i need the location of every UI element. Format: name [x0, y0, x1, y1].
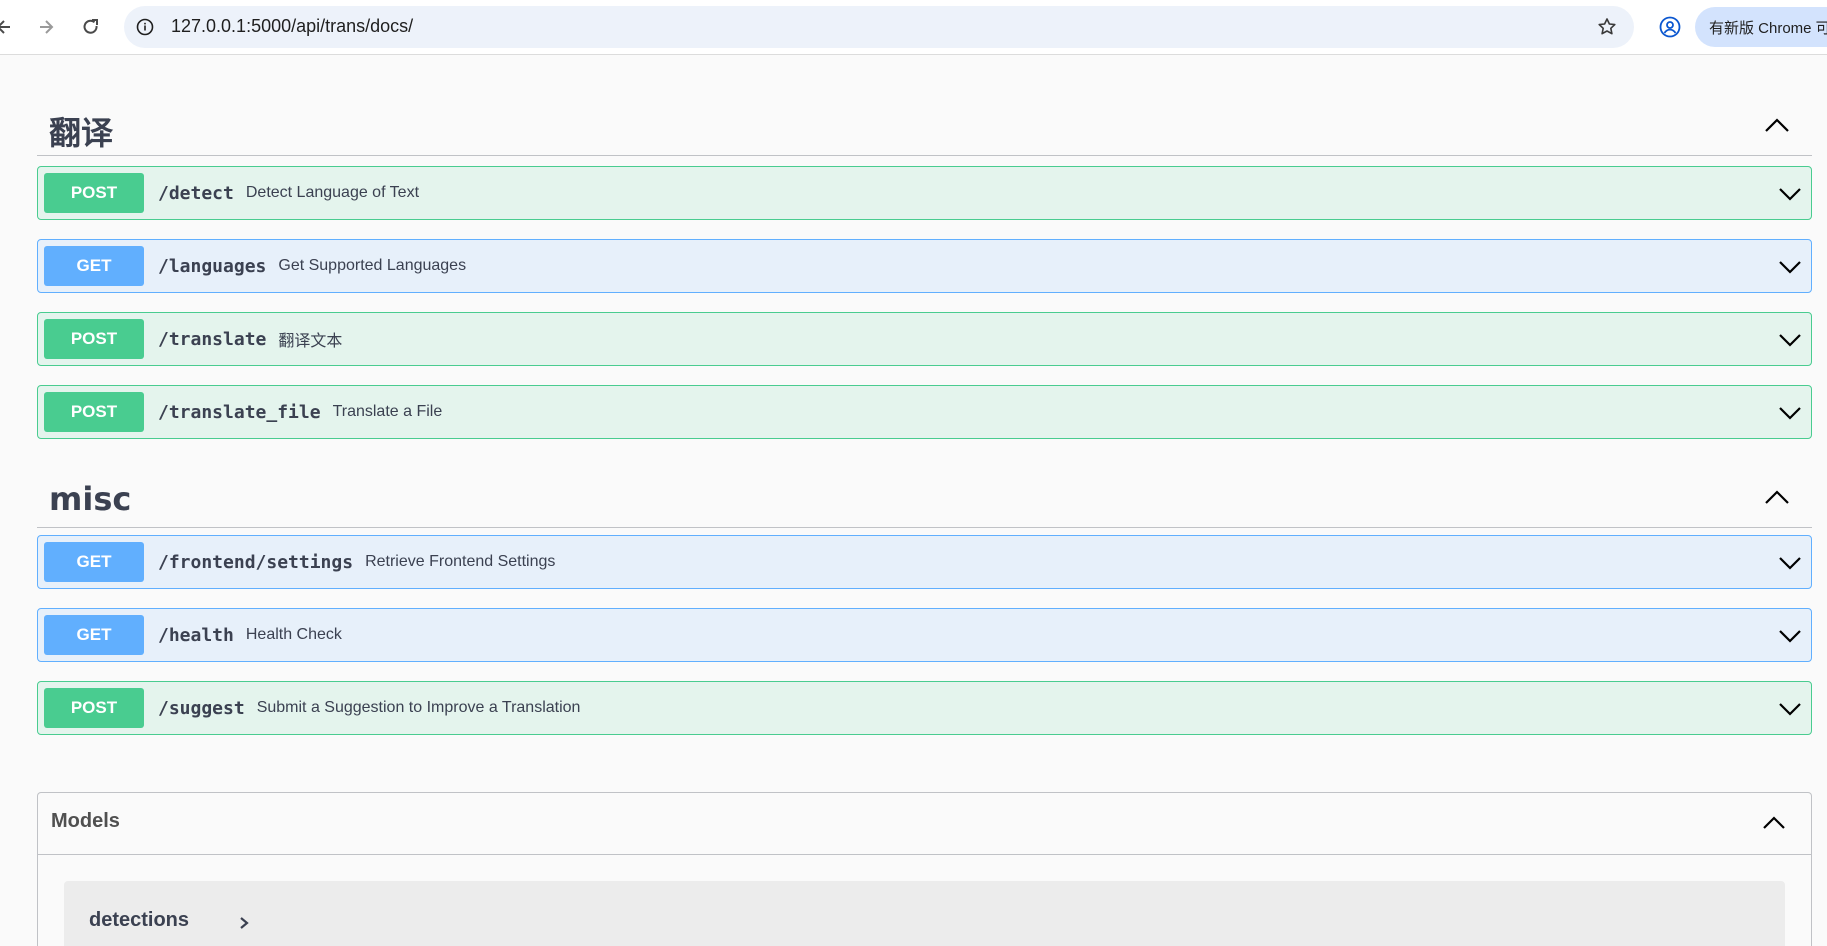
- operation-post-translate[interactable]: POST /translate 翻译文本: [37, 312, 1812, 366]
- chevron-down-icon[interactable]: [1777, 181, 1803, 205]
- operation-summary: Submit a Suggestion to Improve a Transla…: [256, 699, 581, 716]
- model-name: detections: [89, 909, 190, 931]
- method-badge: POST: [44, 392, 144, 432]
- operation-summary: Retrieve Frontend Settings: [365, 553, 556, 570]
- chevron-up-icon[interactable]: [1762, 114, 1792, 138]
- method-badge: GET: [44, 246, 144, 286]
- operation-path: /detect: [158, 182, 234, 204]
- chevron-down-icon[interactable]: [1777, 327, 1803, 351]
- operation-get-languages[interactable]: GET /languages Get Supported Languages: [37, 239, 1812, 293]
- operation-path: /health: [158, 624, 234, 646]
- operation-post-suggest[interactable]: POST /suggest Submit a Suggestion to Imp…: [37, 681, 1812, 735]
- bookmark-star-icon[interactable]: [1596, 16, 1618, 38]
- operation-path: /frontend/settings: [158, 551, 354, 573]
- chevron-right-icon[interactable]: [236, 913, 252, 933]
- chevron-up-icon[interactable]: [1762, 486, 1792, 510]
- forward-arrow-icon[interactable]: [30, 11, 62, 43]
- method-badge: GET: [44, 615, 144, 655]
- operation-path: /translate_file: [158, 401, 321, 423]
- models-section: Models detections: [37, 792, 1812, 946]
- site-info-icon[interactable]: [134, 16, 156, 38]
- operation-path: /suggest: [158, 697, 245, 719]
- method-badge: GET: [44, 542, 144, 582]
- model-item-detections[interactable]: detections: [64, 881, 1785, 946]
- operation-post-translate-file[interactable]: POST /translate_file Translate a File: [37, 385, 1812, 439]
- chevron-down-icon[interactable]: [1777, 623, 1803, 647]
- chevron-down-icon[interactable]: [1777, 696, 1803, 720]
- chevron-down-icon[interactable]: [1777, 400, 1803, 424]
- operation-summary: Get Supported Languages: [278, 257, 467, 274]
- back-arrow-icon[interactable]: [0, 11, 20, 43]
- method-badge: POST: [44, 688, 144, 728]
- operation-path: /translate: [158, 328, 267, 350]
- operation-summary: Health Check: [245, 626, 342, 643]
- method-badge: POST: [44, 319, 144, 359]
- section-title: misc: [49, 480, 132, 518]
- operation-post-detect[interactable]: POST /detect Detect Language of Text: [37, 166, 1812, 220]
- models-title: Models: [51, 810, 120, 832]
- operation-get-health[interactable]: GET /health Health Check: [37, 608, 1812, 662]
- section-header-translate[interactable]: 翻译: [37, 96, 1812, 156]
- chrome-update-button[interactable]: 有新版 Chrome 可: [1695, 7, 1827, 47]
- reload-icon[interactable]: [75, 11, 107, 43]
- browser-toolbar: 127.0.0.1:5000/api/trans/docs/ 有新版 Chrom…: [0, 0, 1827, 55]
- chevron-up-icon[interactable]: [1761, 811, 1787, 835]
- section-header-misc[interactable]: misc: [37, 468, 1812, 528]
- operation-summary: Translate a File: [332, 403, 443, 420]
- operation-path: /languages: [158, 255, 267, 277]
- chrome-update-label: 有新版 Chrome 可: [1709, 19, 1827, 37]
- chevron-down-icon[interactable]: [1777, 550, 1803, 574]
- operation-get-frontend-settings[interactable]: GET /frontend/settings Retrieve Frontend…: [37, 535, 1812, 589]
- address-bar[interactable]: 127.0.0.1:5000/api/trans/docs/: [124, 6, 1634, 48]
- url-text[interactable]: 127.0.0.1:5000/api/trans/docs/: [171, 16, 413, 37]
- models-header[interactable]: Models: [38, 793, 1811, 855]
- chevron-down-icon[interactable]: [1777, 254, 1803, 278]
- method-badge: POST: [44, 173, 144, 213]
- operation-summary: 翻译文本: [278, 333, 343, 350]
- profile-avatar-icon[interactable]: [1655, 12, 1685, 42]
- operation-summary: Detect Language of Text: [245, 184, 420, 201]
- section-title: 翻译: [49, 114, 114, 152]
